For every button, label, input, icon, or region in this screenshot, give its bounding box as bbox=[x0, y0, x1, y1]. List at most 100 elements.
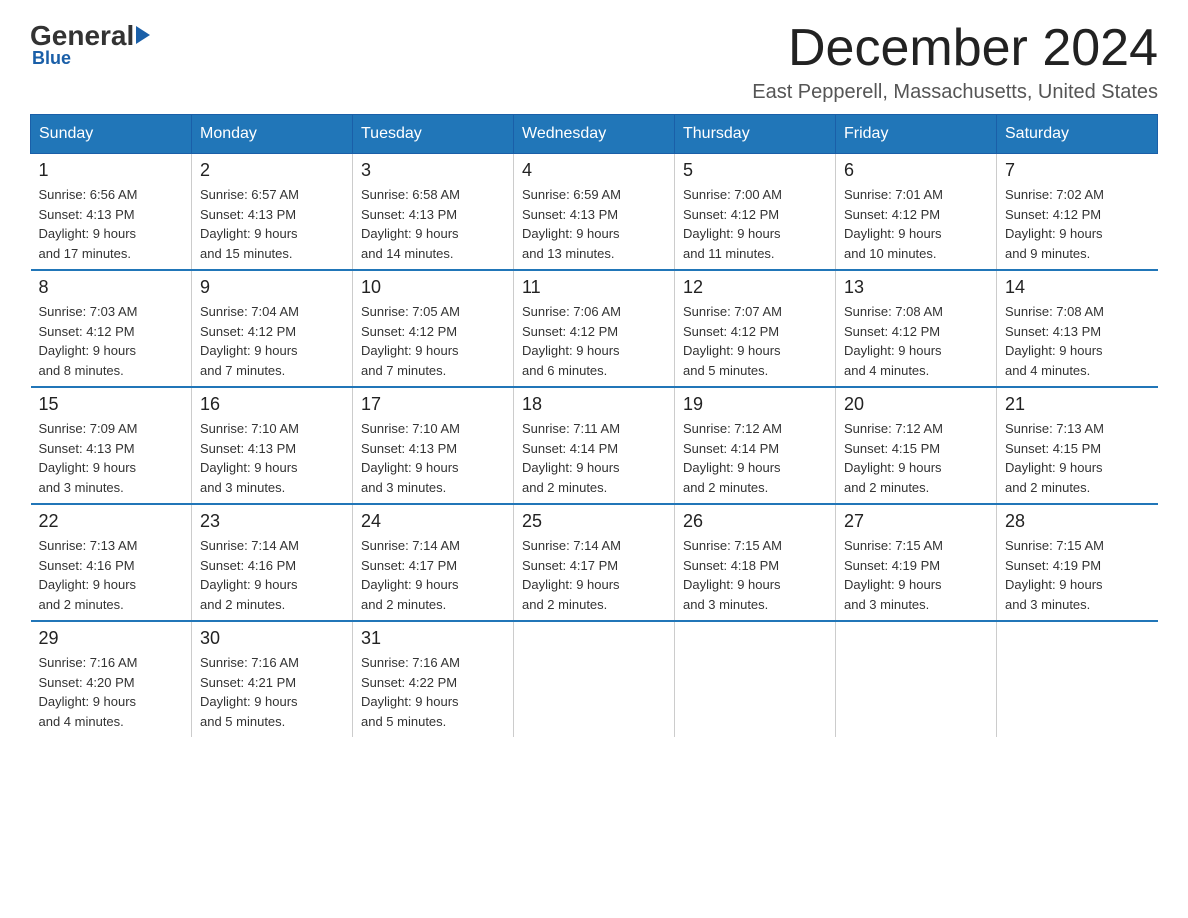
day-number: 4 bbox=[522, 160, 666, 181]
calendar-cell bbox=[514, 621, 675, 737]
calendar-cell bbox=[675, 621, 836, 737]
day-number: 26 bbox=[683, 511, 827, 532]
calendar-cell: 4 Sunrise: 6:59 AM Sunset: 4:13 PM Daylig… bbox=[514, 154, 675, 271]
day-info: Sunrise: 7:15 AM Sunset: 4:18 PM Dayligh… bbox=[683, 536, 827, 614]
calendar-cell bbox=[997, 621, 1158, 737]
calendar-week-row: 29 Sunrise: 7:16 AM Sunset: 4:20 PM Dayli… bbox=[31, 621, 1158, 737]
day-number: 30 bbox=[200, 628, 344, 649]
day-number: 13 bbox=[844, 277, 988, 298]
calendar-week-row: 22Sunrise: 7:13 AM Sunset: 4:16 PM Dayli… bbox=[31, 504, 1158, 621]
day-number: 8 bbox=[39, 277, 184, 298]
day-number: 9 bbox=[200, 277, 344, 298]
calendar-cell: 18Sunrise: 7:11 AM Sunset: 4:14 PM Dayli… bbox=[514, 387, 675, 504]
calendar-cell: 8 Sunrise: 7:03 AM Sunset: 4:12 PM Daylig… bbox=[31, 270, 192, 387]
weekday-header-row: SundayMondayTuesdayWednesdayThursdayFrid… bbox=[31, 115, 1158, 154]
day-info: Sunrise: 7:03 AM Sunset: 4:12 PM Dayligh… bbox=[39, 302, 184, 380]
calendar-cell: 3Sunrise: 6:58 AM Sunset: 4:13 PM Daylig… bbox=[353, 154, 514, 271]
calendar-cell: 20Sunrise: 7:12 AM Sunset: 4:15 PM Dayli… bbox=[836, 387, 997, 504]
weekday-header-wednesday: Wednesday bbox=[514, 115, 675, 154]
day-number: 11 bbox=[522, 277, 666, 298]
calendar-cell: 26 Sunrise: 7:15 AM Sunset: 4:18 PM Dayli… bbox=[675, 504, 836, 621]
title-section: December 2024 East Pepperell, Massachuse… bbox=[752, 20, 1158, 104]
day-info: Sunrise: 7:00 AM Sunset: 4:12 PM Dayligh… bbox=[683, 185, 827, 263]
calendar-week-row: 1Sunrise: 6:56 AM Sunset: 4:13 PM Daylig… bbox=[31, 154, 1158, 271]
day-number: 29 bbox=[39, 628, 184, 649]
calendar-cell: 10Sunrise: 7:05 AM Sunset: 4:12 PM Dayli… bbox=[353, 270, 514, 387]
calendar-cell bbox=[836, 621, 997, 737]
day-info: Sunrise: 7:10 AM Sunset: 4:13 PM Dayligh… bbox=[361, 419, 505, 497]
day-info: Sunrise: 7:16 AM Sunset: 4:20 PM Dayligh… bbox=[39, 653, 184, 731]
calendar-cell: 27 Sunrise: 7:15 AM Sunset: 4:19 PM Dayli… bbox=[836, 504, 997, 621]
day-number: 22 bbox=[39, 511, 184, 532]
calendar-cell: 14 Sunrise: 7:08 AM Sunset: 4:13 PM Dayli… bbox=[997, 270, 1158, 387]
day-info: Sunrise: 7:06 AM Sunset: 4:12 PM Dayligh… bbox=[522, 302, 666, 380]
calendar-cell: 31 Sunrise: 7:16 AM Sunset: 4:22 PM Dayli… bbox=[353, 621, 514, 737]
day-info: Sunrise: 7:14 AM Sunset: 4:17 PM Dayligh… bbox=[522, 536, 666, 614]
calendar-cell: 12 Sunrise: 7:07 AM Sunset: 4:12 PM Dayli… bbox=[675, 270, 836, 387]
day-number: 16 bbox=[200, 394, 344, 415]
calendar-cell: 21 Sunrise: 7:13 AM Sunset: 4:15 PM Dayli… bbox=[997, 387, 1158, 504]
weekday-header-sunday: Sunday bbox=[31, 115, 192, 154]
day-number: 12 bbox=[683, 277, 827, 298]
calendar-cell: 17 Sunrise: 7:10 AM Sunset: 4:13 PM Dayli… bbox=[353, 387, 514, 504]
calendar-cell: 15Sunrise: 7:09 AM Sunset: 4:13 PM Dayli… bbox=[31, 387, 192, 504]
calendar-cell: 23 Sunrise: 7:14 AM Sunset: 4:16 PM Dayli… bbox=[192, 504, 353, 621]
calendar-cell: 1Sunrise: 6:56 AM Sunset: 4:13 PM Daylig… bbox=[31, 154, 192, 271]
day-number: 15 bbox=[39, 394, 184, 415]
weekday-header-friday: Friday bbox=[836, 115, 997, 154]
calendar-table: SundayMondayTuesdayWednesdayThursdayFrid… bbox=[30, 114, 1158, 737]
calendar-cell: 7 Sunrise: 7:02 AM Sunset: 4:12 PM Daylig… bbox=[997, 154, 1158, 271]
day-info: Sunrise: 7:14 AM Sunset: 4:16 PM Dayligh… bbox=[200, 536, 344, 614]
day-info: Sunrise: 7:02 AM Sunset: 4:12 PM Dayligh… bbox=[1005, 185, 1150, 263]
calendar-cell: 29 Sunrise: 7:16 AM Sunset: 4:20 PM Dayli… bbox=[31, 621, 192, 737]
calendar-week-row: 15Sunrise: 7:09 AM Sunset: 4:13 PM Dayli… bbox=[31, 387, 1158, 504]
logo: General Blue bbox=[30, 20, 150, 69]
day-number: 31 bbox=[361, 628, 505, 649]
calendar-cell: 9Sunrise: 7:04 AM Sunset: 4:12 PM Daylig… bbox=[192, 270, 353, 387]
calendar-cell: 22Sunrise: 7:13 AM Sunset: 4:16 PM Dayli… bbox=[31, 504, 192, 621]
day-info: Sunrise: 7:14 AM Sunset: 4:17 PM Dayligh… bbox=[361, 536, 505, 614]
weekday-header-thursday: Thursday bbox=[675, 115, 836, 154]
day-number: 5 bbox=[683, 160, 827, 181]
calendar-cell: 11 Sunrise: 7:06 AM Sunset: 4:12 PM Dayli… bbox=[514, 270, 675, 387]
day-info: Sunrise: 7:07 AM Sunset: 4:12 PM Dayligh… bbox=[683, 302, 827, 380]
calendar-cell: 30Sunrise: 7:16 AM Sunset: 4:21 PM Dayli… bbox=[192, 621, 353, 737]
calendar-cell: 2Sunrise: 6:57 AM Sunset: 4:13 PM Daylig… bbox=[192, 154, 353, 271]
day-number: 24 bbox=[361, 511, 505, 532]
day-number: 27 bbox=[844, 511, 988, 532]
calendar-cell: 24 Sunrise: 7:14 AM Sunset: 4:17 PM Dayli… bbox=[353, 504, 514, 621]
day-info: Sunrise: 6:59 AM Sunset: 4:13 PM Dayligh… bbox=[522, 185, 666, 263]
day-number: 18 bbox=[522, 394, 666, 415]
day-info: Sunrise: 7:15 AM Sunset: 4:19 PM Dayligh… bbox=[1005, 536, 1150, 614]
day-info: Sunrise: 6:57 AM Sunset: 4:13 PM Dayligh… bbox=[200, 185, 344, 263]
logo-blue-text: Blue bbox=[32, 48, 71, 69]
calendar-cell: 13Sunrise: 7:08 AM Sunset: 4:12 PM Dayli… bbox=[836, 270, 997, 387]
day-info: Sunrise: 7:16 AM Sunset: 4:22 PM Dayligh… bbox=[361, 653, 505, 731]
calendar-cell: 6 Sunrise: 7:01 AM Sunset: 4:12 PM Daylig… bbox=[836, 154, 997, 271]
weekday-header-tuesday: Tuesday bbox=[353, 115, 514, 154]
day-number: 28 bbox=[1005, 511, 1150, 532]
day-info: Sunrise: 7:12 AM Sunset: 4:14 PM Dayligh… bbox=[683, 419, 827, 497]
day-info: Sunrise: 7:08 AM Sunset: 4:13 PM Dayligh… bbox=[1005, 302, 1150, 380]
day-info: Sunrise: 7:10 AM Sunset: 4:13 PM Dayligh… bbox=[200, 419, 344, 497]
day-number: 7 bbox=[1005, 160, 1150, 181]
weekday-header-monday: Monday bbox=[192, 115, 353, 154]
day-number: 20 bbox=[844, 394, 988, 415]
day-number: 3 bbox=[361, 160, 505, 181]
day-number: 17 bbox=[361, 394, 505, 415]
location-title: East Pepperell, Massachusetts, United St… bbox=[752, 81, 1158, 104]
day-number: 6 bbox=[844, 160, 988, 181]
day-number: 14 bbox=[1005, 277, 1150, 298]
day-info: Sunrise: 6:56 AM Sunset: 4:13 PM Dayligh… bbox=[39, 185, 184, 263]
weekday-header-saturday: Saturday bbox=[997, 115, 1158, 154]
day-info: Sunrise: 7:13 AM Sunset: 4:15 PM Dayligh… bbox=[1005, 419, 1150, 497]
page-header: General Blue December 2024 East Pepperel… bbox=[30, 20, 1158, 104]
day-number: 23 bbox=[200, 511, 344, 532]
day-number: 10 bbox=[361, 277, 505, 298]
day-number: 19 bbox=[683, 394, 827, 415]
day-info: Sunrise: 7:15 AM Sunset: 4:19 PM Dayligh… bbox=[844, 536, 988, 614]
calendar-cell: 19 Sunrise: 7:12 AM Sunset: 4:14 PM Dayli… bbox=[675, 387, 836, 504]
day-info: Sunrise: 7:01 AM Sunset: 4:12 PM Dayligh… bbox=[844, 185, 988, 263]
calendar-week-row: 8 Sunrise: 7:03 AM Sunset: 4:12 PM Daylig… bbox=[31, 270, 1158, 387]
day-number: 21 bbox=[1005, 394, 1150, 415]
